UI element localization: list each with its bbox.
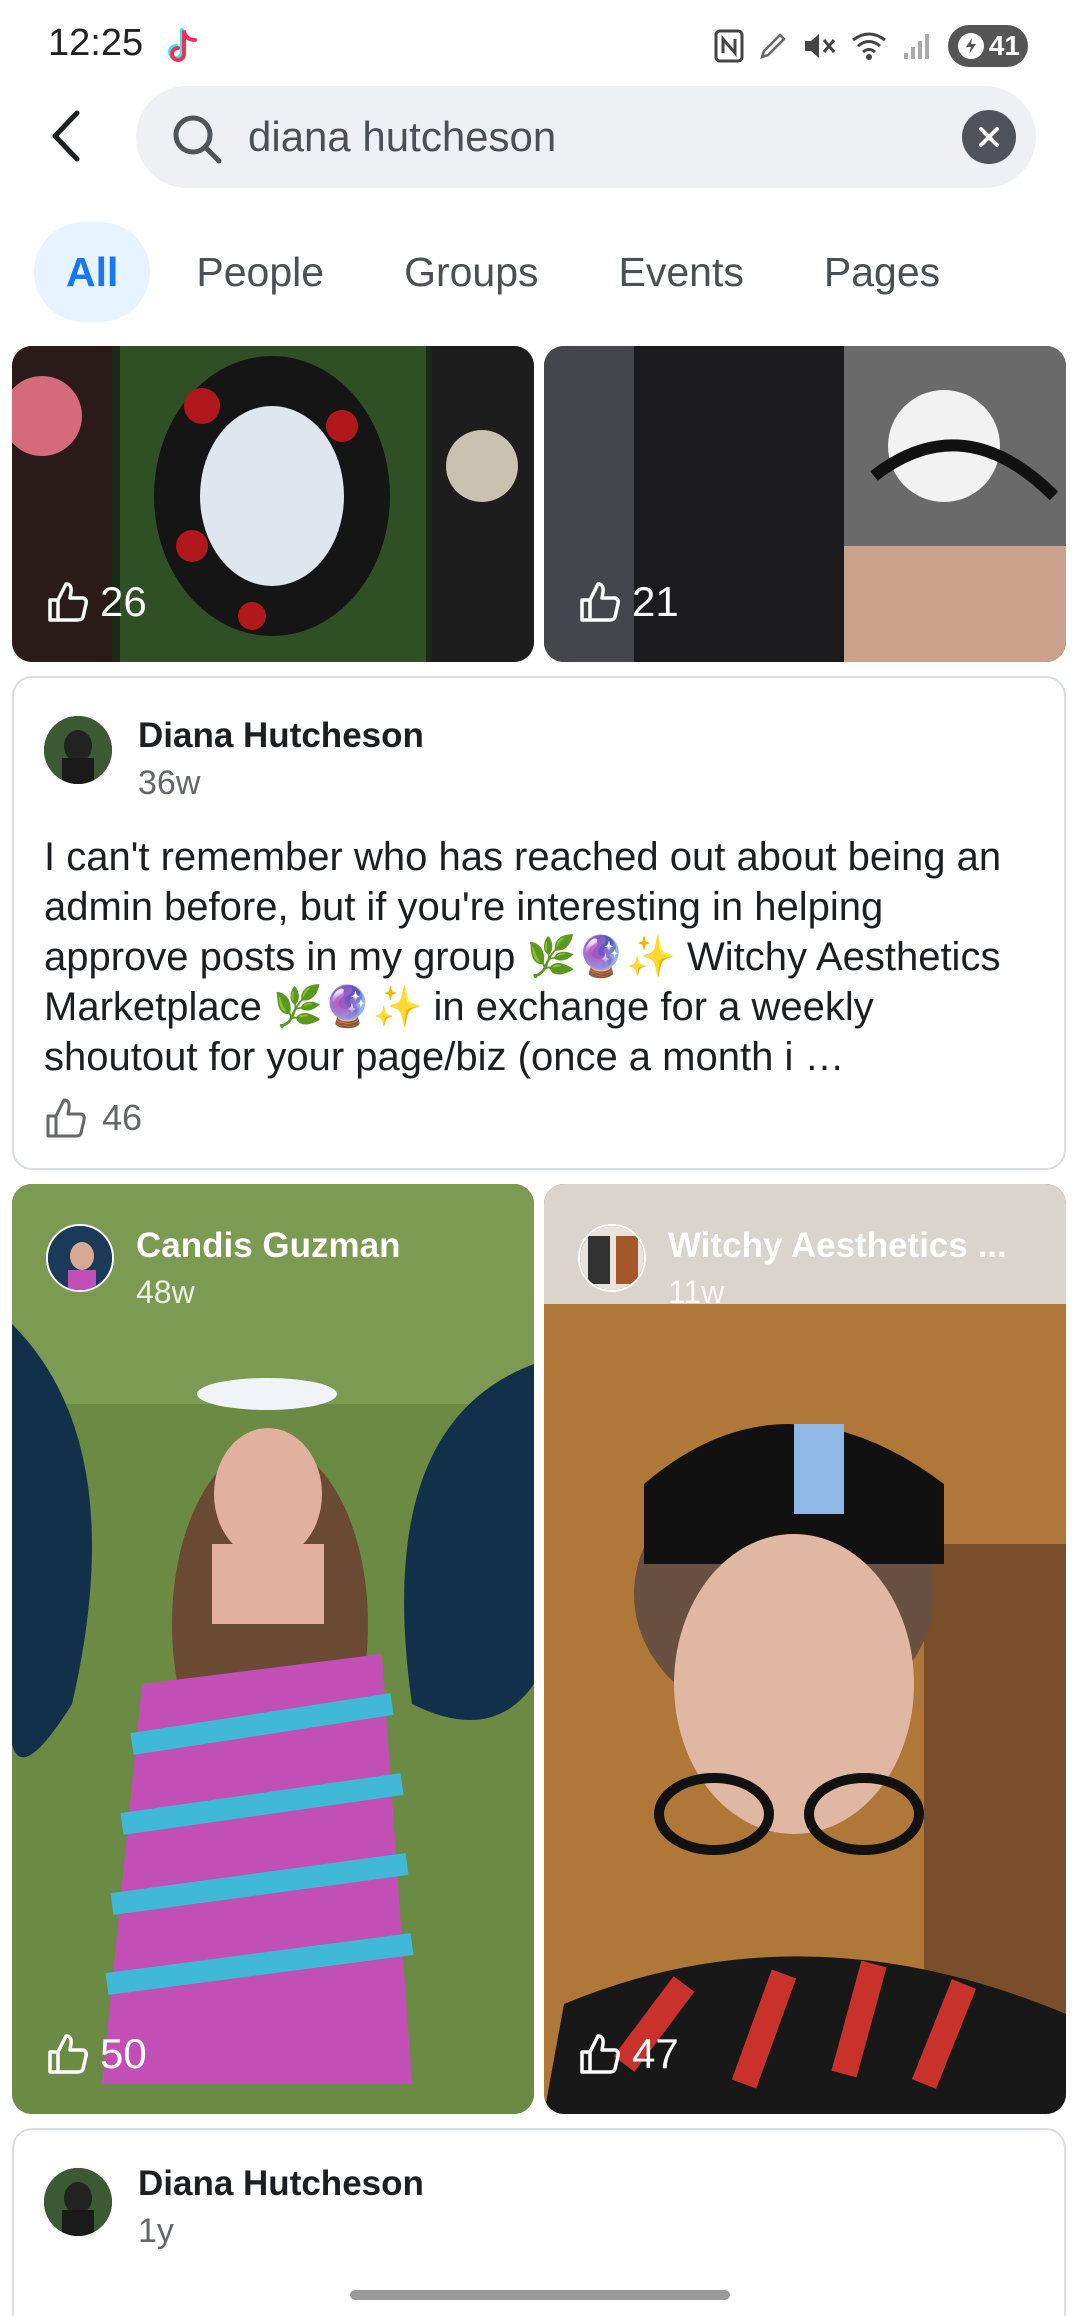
tiktok-icon [168, 28, 197, 62]
avatar[interactable] [44, 716, 112, 784]
post-card[interactable]: Diana Hutcheson 1y [12, 2128, 1066, 2316]
like-count: 26 [46, 578, 147, 626]
avatar[interactable] [46, 1224, 114, 1292]
photo-result-card[interactable]: 26 [12, 346, 534, 662]
post-author[interactable]: Diana Hutcheson [138, 2164, 424, 2204]
wifi-icon [852, 32, 886, 60]
tab-events[interactable]: Events [585, 222, 778, 322]
like-count-value: 46 [102, 1097, 143, 1138]
status-time: 12:25 [48, 22, 144, 64]
search-query: diana hutcheson [248, 113, 557, 160]
post-timestamp: 36w [138, 764, 201, 802]
like-icon [46, 1098, 86, 1138]
gesture-nav-bar[interactable] [350, 2290, 730, 2300]
like-count-value: 47 [632, 2030, 679, 2077]
clear-icon [979, 127, 999, 147]
search-input[interactable]: diana hutcheson [136, 86, 1036, 188]
like-icon [48, 2034, 88, 2074]
back-button[interactable] [38, 104, 94, 168]
battery-level: 41 [988, 30, 1020, 61]
status-bar: 12:25 41 [0, 0, 1080, 90]
post-author[interactable]: Witchy Aesthetics ... [668, 1226, 1007, 1266]
search-icon [173, 115, 222, 164]
post-card[interactable]: Diana Hutcheson 36w I can't remember who… [12, 676, 1066, 1170]
avatar[interactable] [44, 2168, 112, 2236]
photo-result-card[interactable]: 21 [544, 346, 1066, 662]
like-icon [580, 2034, 620, 2074]
tab-people[interactable]: People [162, 222, 358, 322]
post-author[interactable]: Diana Hutcheson [138, 716, 424, 756]
like-count: 21 [578, 578, 679, 626]
photo-thumbnail [544, 1184, 1066, 2114]
back-arrow-icon [52, 110, 80, 162]
post-author[interactable]: Candis Guzman [136, 1226, 400, 1266]
post-timestamp: 1y [138, 2212, 174, 2250]
signal-icon [904, 34, 929, 59]
filter-tabs: All People Groups Events Pages [34, 222, 986, 322]
mute-icon [805, 34, 836, 58]
edit-icon [760, 33, 786, 59]
photo-thumbnail [12, 1184, 534, 2114]
nfc-icon [714, 29, 744, 63]
battery-icon: 41 [948, 25, 1028, 67]
photo-post-card[interactable]: Candis Guzman 48w 50 [12, 1184, 534, 2114]
post-timestamp: 11w [668, 1274, 725, 1310]
post-timestamp: 48w [136, 1274, 195, 1310]
tab-groups[interactable]: Groups [370, 222, 572, 322]
like-icon [580, 582, 620, 622]
like-icon [48, 582, 88, 622]
like-count-value: 26 [100, 578, 147, 625]
photo-post-card[interactable]: Witchy Aesthetics ... 11w 47 [544, 1184, 1066, 2114]
clear-search-button[interactable] [962, 110, 1016, 164]
avatar[interactable] [578, 1224, 646, 1292]
like-count-value: 21 [632, 578, 679, 625]
like-count: 50 [46, 2030, 147, 2078]
like-count-value: 50 [100, 2030, 147, 2077]
like-count: 47 [578, 2030, 679, 2078]
like-count: 46 [44, 1096, 142, 1140]
tab-all[interactable]: All [34, 222, 151, 322]
post-text: I can't remember who has reached out abo… [44, 835, 1002, 1079]
tab-pages[interactable]: Pages [790, 222, 974, 322]
